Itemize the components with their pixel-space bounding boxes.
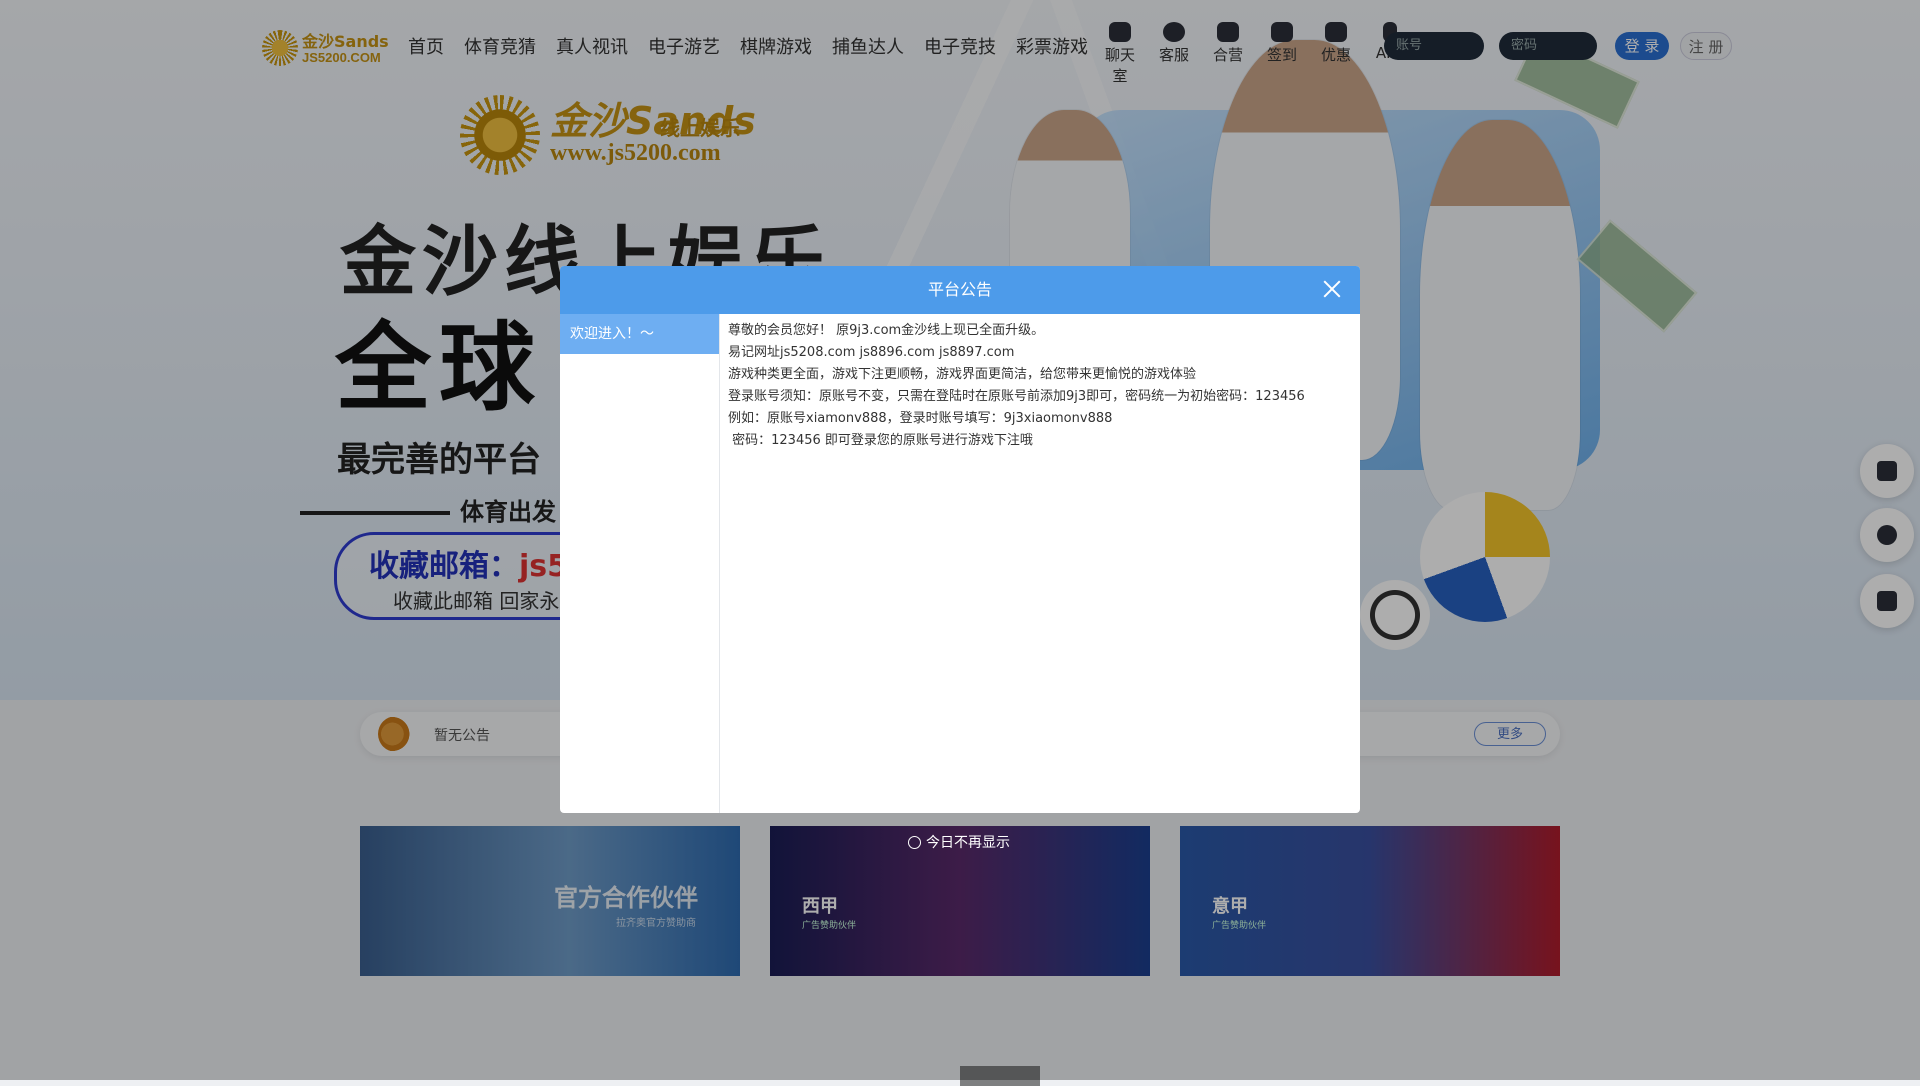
announcement-line: 例如：原账号xiamonv888，登录时账号填写：9j3xiaomonv888	[728, 411, 1113, 426]
close-icon[interactable]	[1320, 278, 1344, 302]
modal-header: 平台公告	[560, 266, 1360, 314]
announcement-line: 尊敬的会员您好！ 原9j3.com金沙线上现已全面升级。	[728, 323, 1045, 338]
announcement-line: 登录账号须知：原账号不变，只需在登陆时在原账号前添加9j3即可，密码统一为初始密…	[728, 389, 1305, 404]
radio-circle-icon[interactable]	[908, 835, 921, 849]
modal-title: 平台公告	[927, 280, 992, 299]
announcement-content: 尊敬的会员您好！ 原9j3.com金沙线上现已全面升级。 易记网址js5208.…	[728, 320, 1348, 452]
dont-show-today-toggle[interactable]: 今日不再显示	[908, 832, 1010, 852]
announcement-line: 游戏种类更全面，游戏下注更顺畅，游戏界面更简洁，给您带来更愉悦的游戏体验	[728, 367, 1197, 382]
announcement-line: 易记网址js5208.com js8896.com js8897.com	[728, 345, 1015, 360]
dont-show-label: 今日不再显示	[926, 835, 1010, 851]
announcement-line: 密码：123456 即可登录您的原账号进行游戏下注哦	[728, 433, 1033, 448]
modal-sidebar: 欢迎进入！～	[560, 314, 720, 813]
announcement-modal: 平台公告 欢迎进入！～ 尊敬的会员您好！ 原9j3.com金沙线上现已全面升级。…	[560, 266, 1360, 813]
tab-welcome[interactable]: 欢迎进入！～	[560, 314, 719, 354]
